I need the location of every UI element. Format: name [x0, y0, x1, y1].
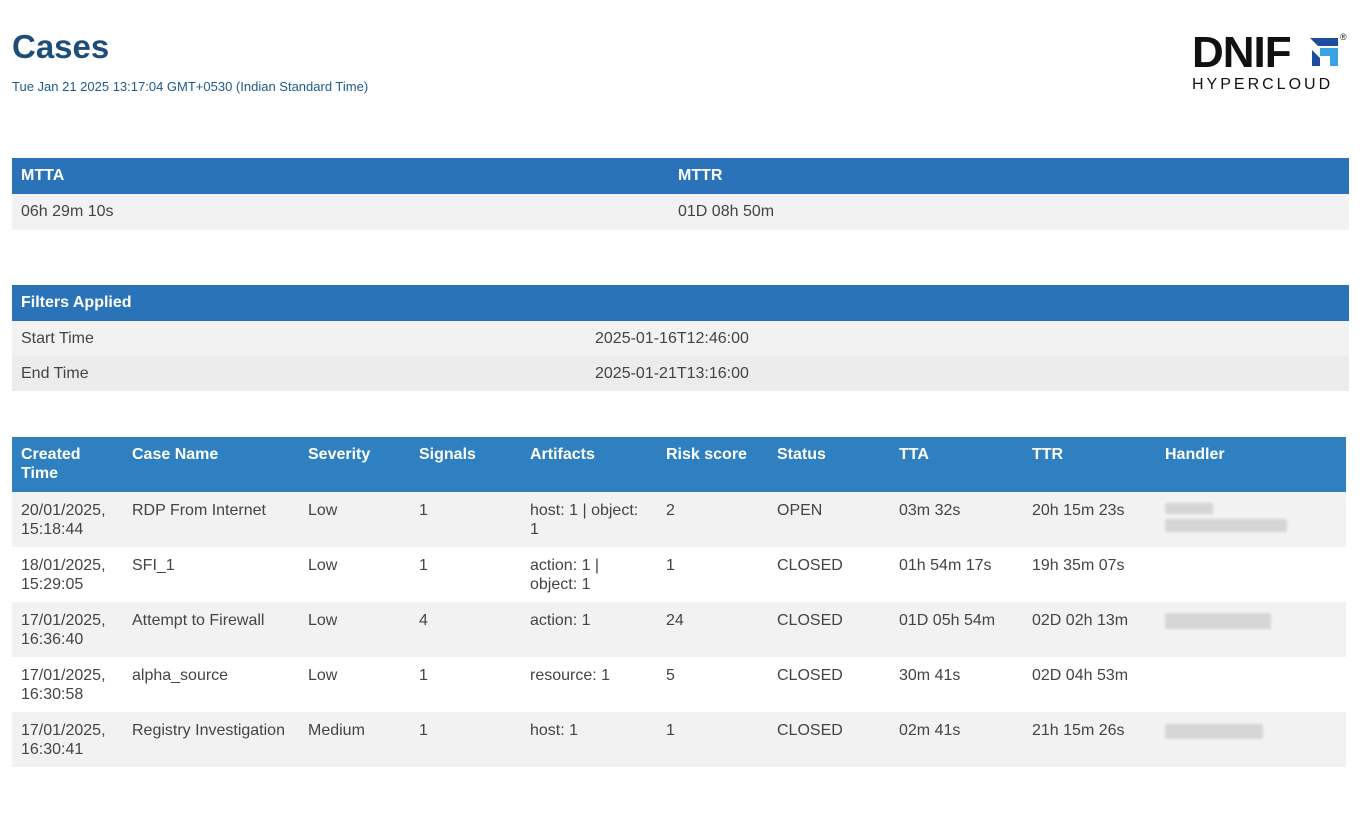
- filter-value: 2025-01-16T12:46:00: [586, 321, 1349, 356]
- status-cell: CLOSED: [768, 657, 890, 712]
- signals-cell: 1: [410, 657, 521, 712]
- signals-cell: 1: [410, 492, 521, 547]
- severity-cell: Low: [299, 547, 410, 602]
- filters-table: Filters Applied Start Time 2025-01-16T12…: [12, 285, 1349, 391]
- risk-score-cell: 24: [657, 602, 768, 657]
- case-name-cell: SFI_1: [123, 547, 299, 602]
- column-header: TTA: [890, 437, 1023, 492]
- signals-cell: 4: [410, 602, 521, 657]
- redacted-handler: [1165, 519, 1287, 532]
- case-row: 17/01/2025, 16:36:40 Attempt to Firewall…: [12, 602, 1346, 657]
- page-title: Cases: [12, 28, 110, 65]
- tta-cell: 01D 05h 54m: [890, 602, 1023, 657]
- case-name-cell: alpha_source: [123, 657, 299, 712]
- created-time-cell: 17/01/2025, 16:30:41: [12, 712, 123, 767]
- mtta-header: MTTA: [12, 158, 669, 194]
- dnif-logo: DNIF ® HYPERCLOUD: [1188, 30, 1353, 96]
- tta-cell: 30m 41s: [890, 657, 1023, 712]
- redacted-handler: [1165, 613, 1271, 629]
- logo-subtitle: HYPERCLOUD: [1192, 76, 1334, 93]
- handler-cell: [1156, 547, 1346, 602]
- risk-score-cell: 1: [657, 712, 768, 767]
- signals-cell: 1: [410, 547, 521, 602]
- created-time-cell: 18/01/2025, 15:29:05: [12, 547, 123, 602]
- severity-cell: Medium: [299, 712, 410, 767]
- artifacts-cell: host: 1: [521, 712, 657, 767]
- ttr-cell: 02D 04h 53m: [1023, 657, 1156, 712]
- cases-table: Created Time Case Name Severity Signals …: [12, 437, 1346, 767]
- case-row: 17/01/2025, 16:30:41 Registry Investigat…: [12, 712, 1346, 767]
- case-name-cell: Registry Investigation: [123, 712, 299, 767]
- ttr-cell: 19h 35m 07s: [1023, 547, 1156, 602]
- risk-score-cell: 2: [657, 492, 768, 547]
- case-row: 18/01/2025, 15:29:05 SFI_1 Low 1 action:…: [12, 547, 1346, 602]
- case-row: 20/01/2025, 15:18:44 RDP From Internet L…: [12, 492, 1346, 547]
- mttr-header: MTTR: [669, 158, 1349, 194]
- logo-arrow-icon: [1310, 38, 1338, 66]
- handler-cell: [1156, 492, 1346, 547]
- risk-score-cell: 1: [657, 547, 768, 602]
- metrics-table: MTTA MTTR 06h 29m 10s 01D 08h 50m: [12, 158, 1349, 230]
- severity-cell: Low: [299, 657, 410, 712]
- severity-cell: Low: [299, 492, 410, 547]
- tta-cell: 02m 41s: [890, 712, 1023, 767]
- artifacts-cell: action: 1 | object: 1: [521, 547, 657, 602]
- case-row: 17/01/2025, 16:30:58 alpha_source Low 1 …: [12, 657, 1346, 712]
- tta-cell: 01h 54m 17s: [890, 547, 1023, 602]
- ttr-cell: 21h 15m 26s: [1023, 712, 1156, 767]
- column-header: Severity: [299, 437, 410, 492]
- filters-header: Filters Applied: [12, 285, 1349, 321]
- ttr-cell: 02D 02h 13m: [1023, 602, 1156, 657]
- created-time-cell: 17/01/2025, 16:36:40: [12, 602, 123, 657]
- case-name-cell: Attempt to Firewall: [123, 602, 299, 657]
- status-cell: OPEN: [768, 492, 890, 547]
- cases-header-row: Created Time Case Name Severity Signals …: [12, 437, 1346, 492]
- status-cell: CLOSED: [768, 712, 890, 767]
- column-header: Status: [768, 437, 890, 492]
- handler-cell: [1156, 712, 1346, 767]
- mttr-value: 01D 08h 50m: [669, 194, 1349, 230]
- column-header: Signals: [410, 437, 521, 492]
- column-header: Risk score: [657, 437, 768, 492]
- report-timestamp: Tue Jan 21 2025 13:17:04 GMT+0530 (India…: [12, 79, 369, 94]
- redacted-handler: [1165, 724, 1263, 739]
- status-cell: CLOSED: [768, 547, 890, 602]
- filter-row: End Time 2025-01-21T13:16:00: [12, 356, 1349, 391]
- created-time-cell: 17/01/2025, 16:30:58: [12, 657, 123, 712]
- filter-row: Start Time 2025-01-16T12:46:00: [12, 321, 1349, 356]
- column-header: Case Name: [123, 437, 299, 492]
- artifacts-cell: resource: 1: [521, 657, 657, 712]
- column-header: Handler: [1156, 437, 1346, 492]
- risk-score-cell: 5: [657, 657, 768, 712]
- handler-cell: [1156, 602, 1346, 657]
- logo-wordmark: DNIF: [1192, 28, 1292, 77]
- redacted-handler: [1165, 503, 1213, 514]
- column-header: Created Time: [12, 437, 123, 492]
- ttr-cell: 20h 15m 23s: [1023, 492, 1156, 547]
- handler-cell: [1156, 657, 1346, 712]
- filter-label: Start Time: [12, 321, 586, 356]
- signals-cell: 1: [410, 712, 521, 767]
- registered-mark: ®: [1340, 32, 1347, 42]
- column-header: TTR: [1023, 437, 1156, 492]
- mtta-value: 06h 29m 10s: [12, 194, 669, 230]
- severity-cell: Low: [299, 602, 410, 657]
- tta-cell: 03m 32s: [890, 492, 1023, 547]
- column-header: Artifacts: [521, 437, 657, 492]
- created-time-cell: 20/01/2025, 15:18:44: [12, 492, 123, 547]
- status-cell: CLOSED: [768, 602, 890, 657]
- case-name-cell: RDP From Internet: [123, 492, 299, 547]
- filter-value: 2025-01-21T13:16:00: [586, 356, 1349, 391]
- filter-label: End Time: [12, 356, 586, 391]
- artifacts-cell: action: 1: [521, 602, 657, 657]
- report-page: Cases Tue Jan 21 2025 13:17:04 GMT+0530 …: [0, 0, 1368, 824]
- artifacts-cell: host: 1 | object: 1: [521, 492, 657, 547]
